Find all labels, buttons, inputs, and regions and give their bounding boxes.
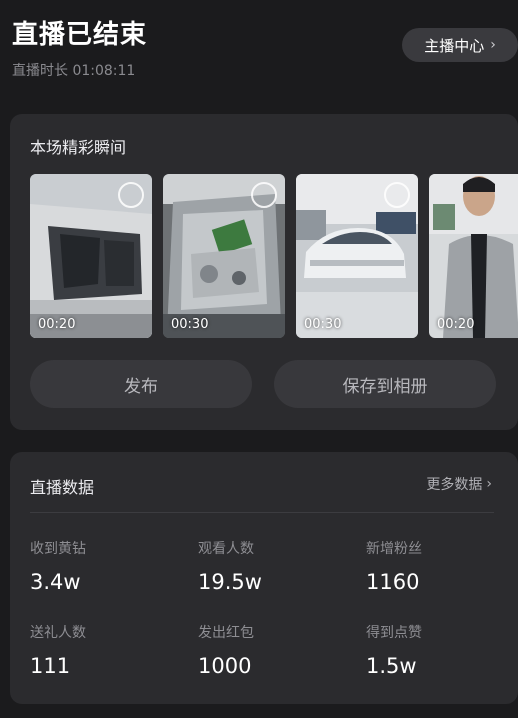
clip-duration: 00:30 <box>304 317 342 332</box>
more-data-link[interactable]: 更多数据 › <box>426 474 492 494</box>
live-duration: 直播时长 01:08:11 <box>12 63 136 79</box>
more-data-label: 更多数据 <box>426 477 483 493</box>
highlight-clip[interactable]: 00:30 <box>163 174 285 338</box>
host-center-label: 主播中心 <box>424 36 485 55</box>
highlights-title: 本场精彩瞬间 <box>30 138 127 157</box>
clip-duration: 00:30 <box>171 317 209 332</box>
select-circle-icon[interactable] <box>384 182 410 208</box>
metric-gift-senders: 送礼人数 111 <box>30 622 180 678</box>
metric-red-packets: 发出红包 1000 <box>198 622 348 678</box>
metric-value: 1160 <box>366 570 420 594</box>
highlight-clip[interactable]: 00:30 <box>296 174 418 338</box>
clip-duration: 00:20 <box>437 317 475 332</box>
metric-value: 19.5w <box>198 570 262 594</box>
metric-label: 送礼人数 <box>30 625 86 641</box>
metric-label: 观看人数 <box>198 541 254 557</box>
highlight-clip[interactable]: 00:20 <box>429 174 518 338</box>
clip-duration: 00:20 <box>38 317 76 332</box>
highlight-clip[interactable]: 00:20 <box>30 174 152 338</box>
publish-button[interactable]: 发布 <box>30 360 252 408</box>
divider <box>30 512 494 513</box>
save-to-album-label: 保存到相册 <box>342 376 428 397</box>
metric-likes: 得到点赞 1.5w <box>366 622 516 678</box>
metric-value: 1.5w <box>366 654 417 678</box>
highlights-card: 本场精彩瞬间 00:20 00:30 00:30 00:20 发布 保存到相册 <box>10 114 518 430</box>
page-title: 直播已结束 <box>12 20 148 50</box>
live-stats-card: 直播数据 更多数据 › 收到黄钻 3.4w 观看人数 19.5w 新增粉丝 11… <box>10 452 518 704</box>
publish-label: 发布 <box>124 376 158 397</box>
metric-label: 收到黄钻 <box>30 541 86 557</box>
live-ended-page: 直播已结束 直播时长 01:08:11 主播中心 › 本场精彩瞬间 00:20 … <box>0 0 518 718</box>
chevron-right-icon: › <box>486 476 492 492</box>
metric-label: 得到点赞 <box>366 625 422 641</box>
metric-yellow-diamonds: 收到黄钻 3.4w <box>30 538 180 594</box>
metric-label: 发出红包 <box>198 625 254 641</box>
host-center-button[interactable]: 主播中心 › <box>402 28 518 62</box>
save-to-album-button[interactable]: 保存到相册 <box>274 360 496 408</box>
clip-thumbnail <box>429 174 518 338</box>
highlight-clips: 00:20 00:30 00:30 00:20 <box>30 174 518 338</box>
metric-value: 3.4w <box>30 570 81 594</box>
metric-value: 1000 <box>198 654 252 678</box>
metric-value: 111 <box>30 654 71 678</box>
metric-viewers: 观看人数 19.5w <box>198 538 348 594</box>
stats-title: 直播数据 <box>30 478 95 497</box>
chevron-right-icon: › <box>490 37 496 53</box>
metric-label: 新增粉丝 <box>366 541 422 557</box>
select-circle-icon[interactable] <box>251 182 277 208</box>
metric-new-followers: 新增粉丝 1160 <box>366 538 516 594</box>
select-circle-icon[interactable] <box>118 182 144 208</box>
